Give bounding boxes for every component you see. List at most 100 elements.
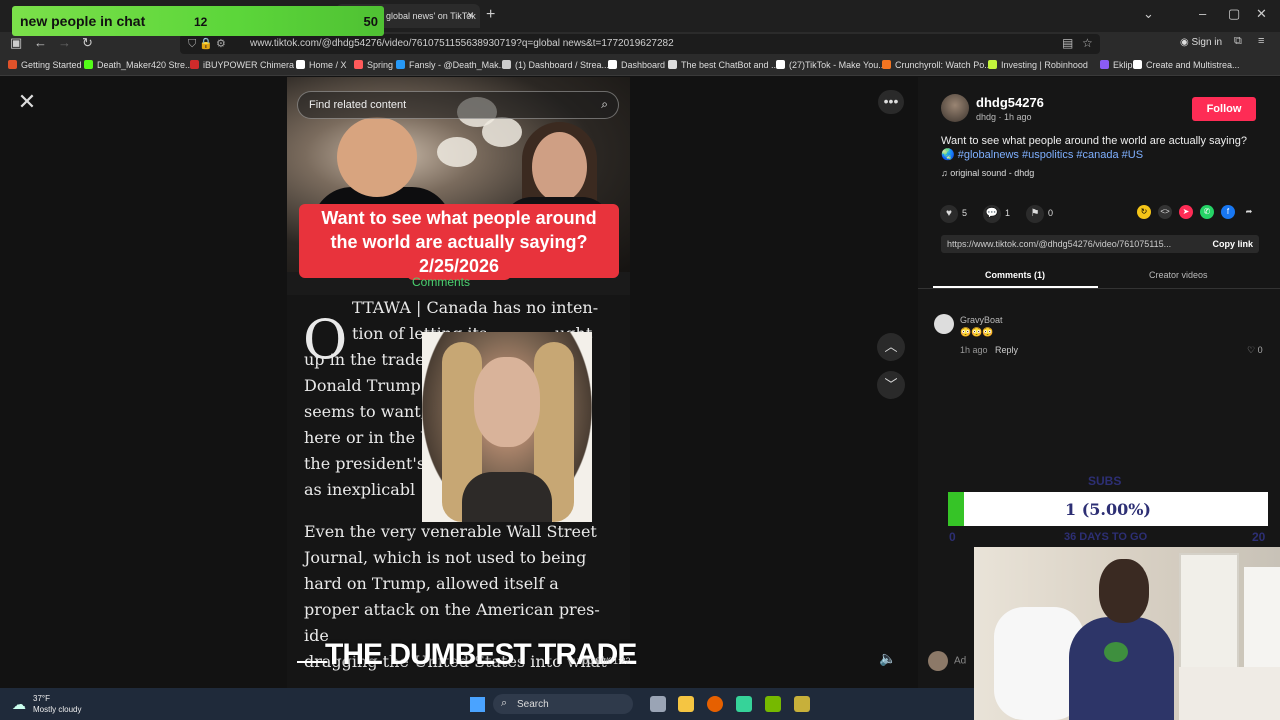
bookmark-item[interactable]: Getting Started xyxy=(8,60,82,70)
bookmark-item[interactable]: (1) Dashboard / Strea... xyxy=(502,60,609,70)
bookmark-item[interactable]: Fansly - @Death_Mak... xyxy=(396,60,506,70)
tab-close-icon[interactable]: × xyxy=(467,8,474,22)
windows-start-icon[interactable] xyxy=(470,697,485,712)
address-bar[interactable]: ⛉ 🔒 ⚙ www.tiktok.com/@dhdg54276/video/76… xyxy=(180,34,1100,54)
bookmarks-bar: Getting Started Death_Maker420 Stre... iBU… xyxy=(0,56,1280,76)
reload-icon[interactable]: ↻ xyxy=(82,35,93,51)
send-icon[interactable]: ➤ xyxy=(1179,205,1193,219)
url-text[interactable]: www.tiktok.com/@dhdg54276/video/76107511… xyxy=(250,38,674,49)
more-options-icon[interactable]: ••• xyxy=(878,90,904,114)
comment-icon: 💬 xyxy=(983,205,1001,223)
comment-button[interactable]: 💬 1 xyxy=(983,205,1010,223)
weather-condition[interactable]: Mostly cloudy xyxy=(33,705,81,714)
bookmark-label: Death_Maker420 Stre... xyxy=(97,60,193,70)
tab-creator-videos[interactable]: Creator videos xyxy=(1149,270,1208,280)
save-button[interactable]: ⚑ 0 xyxy=(1026,205,1053,223)
whatsapp-icon[interactable]: ✆ xyxy=(1200,205,1214,219)
bookmark-favicon-icon xyxy=(354,60,363,69)
comment-meta: 1h ago Reply xyxy=(960,345,1018,355)
weather-temperature[interactable]: 37°F xyxy=(33,694,50,703)
webcam-figure xyxy=(1179,667,1280,720)
bookmark-label: Crunchyroll: Watch Po... xyxy=(895,60,992,70)
next-video-icon[interactable]: ﹀ xyxy=(877,371,905,399)
flower-decoration xyxy=(482,117,522,147)
taskbar-search-label: Search xyxy=(517,699,549,710)
tab-comments[interactable]: Comments (1) xyxy=(985,270,1045,280)
creator-username[interactable]: dhdg54276 xyxy=(976,95,1044,110)
reader-view-icon[interactable]: ▤ xyxy=(1062,36,1073,50)
tab-list-chevron-icon[interactable]: ⌄ xyxy=(1143,6,1154,22)
sign-in-button[interactable]: ◉ Sign in xyxy=(1180,37,1222,48)
close-icon[interactable]: ✕ xyxy=(14,89,40,115)
taskbar-search-input[interactable]: ⌕ Search xyxy=(493,694,633,714)
maximize-icon[interactable]: ▢ xyxy=(1228,6,1240,22)
bookmark-item[interactable]: Death_Maker420 Stre... xyxy=(84,60,193,70)
facebook-icon[interactable]: f xyxy=(1221,205,1235,219)
share-link-url[interactable]: https://www.tiktok.com/@dhdg54276/video/… xyxy=(947,239,1192,249)
video-progress-bar[interactable] xyxy=(297,661,327,663)
menu-icon[interactable]: ≡ xyxy=(1258,35,1264,47)
bookmark-item[interactable]: Create and Multistrea... xyxy=(1133,60,1240,70)
bookmark-star-icon[interactable]: ☆ xyxy=(1082,36,1093,50)
back-icon[interactable]: ← xyxy=(34,35,47,50)
bookmark-item[interactable]: (27)TikTok - Make You... xyxy=(776,60,886,70)
sign-in-label: Sign in xyxy=(1191,37,1223,48)
reply-button[interactable]: Reply xyxy=(995,345,1018,355)
task-view-icon[interactable] xyxy=(650,696,666,712)
video-player[interactable]: Find related content ⌕ Want to see what … xyxy=(287,77,630,688)
bookmark-item[interactable]: Investing | Robinhood xyxy=(988,60,1088,70)
comments-peek: Comments xyxy=(412,275,471,289)
comment-author[interactable]: GravyBoat xyxy=(960,315,1003,325)
minimize-icon[interactable]: – xyxy=(1199,6,1206,21)
nvidia-icon[interactable] xyxy=(765,696,781,712)
video-timecode: 00:00/01:22 xyxy=(583,656,631,666)
sidebar-toggle-icon[interactable]: ▣ xyxy=(10,35,22,51)
bookmark-label: Spring xyxy=(367,60,394,70)
video-overlay-title: THE DUMBEST TRADE xyxy=(325,638,637,671)
app-icon[interactable] xyxy=(794,696,810,712)
bookmark-item[interactable]: Dashboard xyxy=(608,60,665,70)
bookmark-item[interactable]: Home / X xyxy=(296,60,347,70)
webcam-figure xyxy=(1099,559,1149,623)
search-icon[interactable]: ⌕ xyxy=(601,97,608,112)
chat-goal-current: 12 xyxy=(194,15,208,29)
copy-link-button[interactable]: Copy link xyxy=(1212,239,1253,249)
share-icon[interactable]: ➦ xyxy=(1242,205,1256,219)
bookmark-icon: ⚑ xyxy=(1026,205,1044,223)
follow-button[interactable]: Follow xyxy=(1192,97,1256,121)
bookmark-label: Investing | Robinhood xyxy=(1001,60,1088,70)
firefox-icon[interactable] xyxy=(707,696,723,712)
bookmark-item[interactable]: iBUYPOWER Chimera ... xyxy=(190,60,304,70)
embed-icon[interactable]: <> xyxy=(1158,205,1172,219)
post-sound[interactable]: ♫ original sound - dhdg xyxy=(941,168,1034,178)
repost-icon[interactable]: ↻ xyxy=(1137,205,1151,219)
creator-facecam xyxy=(422,332,592,522)
chatbot-app-icon[interactable] xyxy=(736,696,752,712)
shield-icon[interactable]: ⛉ 🔒 ⚙ xyxy=(188,37,226,51)
new-tab-icon[interactable]: + xyxy=(486,6,495,24)
volume-icon[interactable]: 🔈 xyxy=(879,650,896,667)
bookmark-label: (1) Dashboard / Strea... xyxy=(515,60,610,70)
save-count: 0 xyxy=(1048,208,1054,218)
windows-taskbar: ☁ 37°F Mostly cloudy ⌕ Search xyxy=(0,688,974,720)
related-search-input[interactable]: Find related content ⌕ xyxy=(297,91,619,119)
bookmark-item[interactable]: Crunchyroll: Watch Po... xyxy=(882,60,992,70)
avatar[interactable] xyxy=(941,94,969,122)
post-hashtags[interactable]: 🌏 #globalnews #uspolitics #canada #US xyxy=(941,148,1261,162)
bookmark-item[interactable]: Spring xyxy=(354,60,393,70)
previous-video-icon[interactable]: ︿ xyxy=(877,333,905,361)
add-comment-input[interactable]: Ad xyxy=(928,651,966,671)
comment-like-button[interactable]: ♡ 0 xyxy=(1247,345,1263,356)
file-explorer-icon[interactable] xyxy=(678,696,694,712)
window-close-icon[interactable]: ✕ xyxy=(1256,6,1267,22)
weather-cloud-icon[interactable]: ☁ xyxy=(12,696,26,713)
streamer-webcam xyxy=(974,547,1280,720)
comment-avatar[interactable] xyxy=(934,314,954,334)
extensions-icon[interactable]: ⧉ xyxy=(1234,35,1242,48)
forward-icon[interactable]: → xyxy=(58,35,71,50)
search-icon: ⌕ xyxy=(501,697,508,709)
chat-goal-target: 50 xyxy=(363,14,378,29)
bookmark-label: Dashboard xyxy=(621,60,666,70)
like-button[interactable]: ♥ 5 xyxy=(940,205,967,223)
bookmark-item[interactable]: The best ChatBot and ... xyxy=(668,60,779,70)
